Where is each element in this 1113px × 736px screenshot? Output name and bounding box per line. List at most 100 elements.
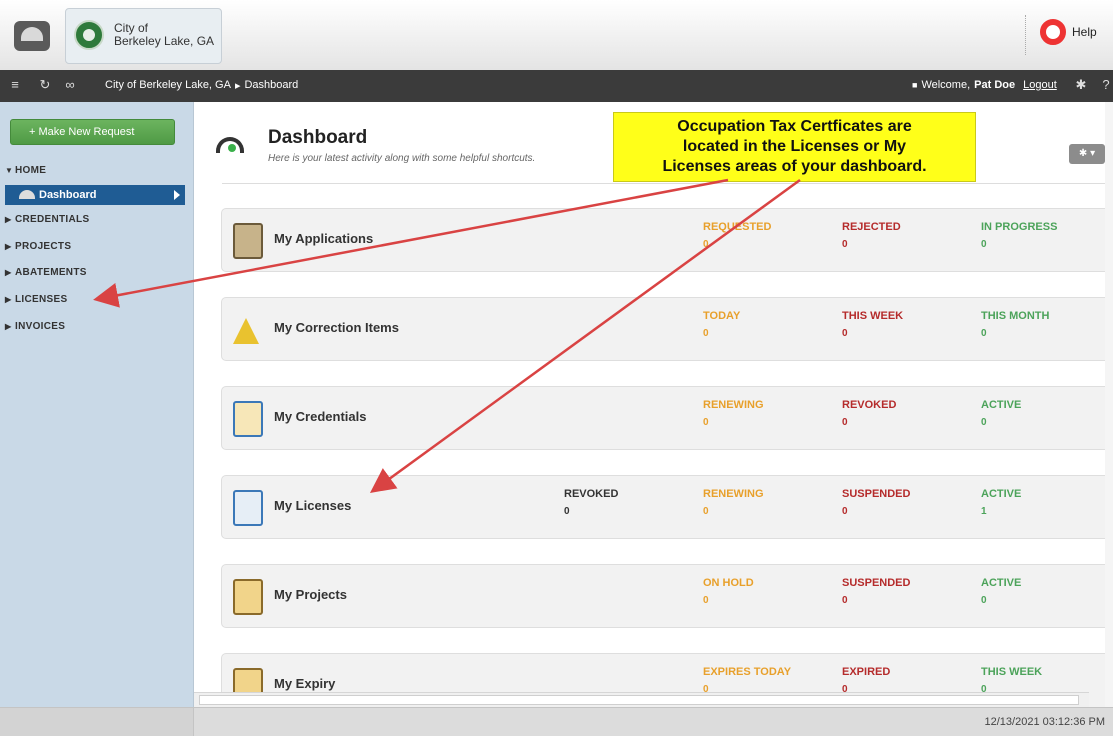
card-my-licenses[interactable]: My Licenses REVOKED 0 RENEWING 0 SUSPENDED… bbox=[221, 475, 1112, 539]
stat-this-week[interactable]: THIS WEEK 0 bbox=[842, 310, 903, 339]
stat-suspended[interactable]: SUSPENDED 0 bbox=[842, 577, 910, 606]
help-question-icon[interactable]: ? bbox=[1099, 78, 1113, 92]
scrollbar-thumb[interactable] bbox=[199, 695, 1079, 705]
stat-active[interactable]: ACTIVE 0 bbox=[981, 577, 1021, 606]
stat-label: EXPIRES TODAY bbox=[703, 666, 792, 678]
card-my-correction-items[interactable]: My Correction Items TODAY 0 THIS WEEK 0 TH… bbox=[221, 297, 1112, 361]
triangle-right-icon: ▶ bbox=[5, 242, 12, 251]
card-my-applications[interactable]: My Applications REQUESTED 0 REJECTED 0 IN … bbox=[221, 208, 1112, 272]
stat-expires-today[interactable]: EXPIRES TODAY 0 bbox=[703, 666, 791, 695]
dashboard-settings-button[interactable]: ✱ ▾ bbox=[1069, 144, 1105, 164]
stat-value: 0 bbox=[842, 595, 848, 606]
stat-label: ACTIVE bbox=[981, 488, 1022, 500]
divider bbox=[222, 183, 1113, 184]
stat-value: 0 bbox=[981, 417, 987, 428]
warning-icon bbox=[233, 318, 259, 344]
stat-this-week[interactable]: THIS WEEK 0 bbox=[981, 666, 1042, 695]
breadcrumb-city[interactable]: City of Berkeley Lake, GA bbox=[105, 79, 231, 92]
stat-today[interactable]: TODAY 0 bbox=[703, 310, 740, 339]
sidebar-item-licenses[interactable]: ▶ LICENSES bbox=[5, 294, 67, 305]
stat-label: ON HOLD bbox=[703, 577, 754, 589]
sidebar-item-label: CREDENTIALS bbox=[15, 214, 90, 225]
stat-label: THIS MONTH bbox=[981, 310, 1050, 322]
city-name: City of Berkeley Lake, GA bbox=[114, 22, 214, 48]
sidebar-item-dashboard[interactable]: Dashboard bbox=[5, 185, 185, 205]
stat-this-month[interactable]: THIS MONTH 0 bbox=[981, 310, 1049, 339]
help-button[interactable]: Help bbox=[1040, 17, 1097, 47]
breadcrumb-dashboard[interactable]: Dashboard bbox=[244, 79, 298, 92]
stat-label: TODAY bbox=[703, 310, 741, 322]
stat-value: 0 bbox=[703, 506, 709, 517]
stat-active[interactable]: ACTIVE 0 bbox=[981, 399, 1021, 428]
welcome-area: ■ Welcome, Pat Doe Logout bbox=[912, 79, 1057, 91]
stat-value: 0 bbox=[703, 328, 709, 339]
triangle-right-icon: ▶ bbox=[5, 322, 12, 331]
stat-value: 0 bbox=[703, 595, 709, 606]
settings-gear-icon[interactable]: ✱ bbox=[1074, 78, 1088, 92]
stat-value: 0 bbox=[703, 417, 709, 428]
stat-label: SUSPENDED bbox=[842, 577, 911, 589]
app-logo-icon[interactable] bbox=[14, 21, 50, 51]
stat-revoked[interactable]: REVOKED 0 bbox=[564, 488, 618, 517]
stat-renewing[interactable]: RENEWING 0 bbox=[703, 399, 764, 428]
callout-line: located in the Licenses or My bbox=[682, 138, 907, 155]
triangle-right-icon: ▶ bbox=[5, 295, 12, 304]
stat-label: REJECTED bbox=[842, 221, 901, 233]
sidebar-item-label: HOME bbox=[15, 165, 47, 176]
city-seal-icon bbox=[74, 20, 104, 50]
stat-label: ACTIVE bbox=[981, 577, 1022, 589]
stat-requested[interactable]: REQUESTED 0 bbox=[703, 221, 771, 250]
user-name: Pat Doe bbox=[974, 79, 1016, 91]
sidebar-item-home[interactable]: ▼ HOME bbox=[5, 165, 46, 176]
stat-label: REVOKED bbox=[842, 399, 897, 411]
stat-value: 0 bbox=[564, 506, 570, 517]
lock-icon: ■ bbox=[912, 80, 918, 90]
sidebar-item-projects[interactable]: ▶ PROJECTS bbox=[5, 241, 71, 252]
logout-link[interactable]: Logout bbox=[1023, 79, 1057, 91]
card-title: My Expiry bbox=[274, 676, 336, 691]
application-icon bbox=[233, 223, 263, 259]
stat-in-progress[interactable]: IN PROGRESS 0 bbox=[981, 221, 1057, 250]
triangle-down-icon: ▼ bbox=[5, 166, 14, 175]
horizontal-scrollbar[interactable] bbox=[194, 692, 1089, 707]
menu-icon[interactable]: ≡ bbox=[8, 78, 22, 92]
vertical-scrollbar[interactable] bbox=[1105, 102, 1113, 707]
sidebar-item-credentials[interactable]: ▶ CREDENTIALS bbox=[5, 214, 89, 225]
stat-revoked[interactable]: REVOKED 0 bbox=[842, 399, 896, 428]
main-content: Dashboard Here is your latest activity a… bbox=[194, 102, 1113, 707]
stat-active[interactable]: ACTIVE 1 bbox=[981, 488, 1021, 517]
timestamp: 12/13/2021 03:12:36 PM bbox=[984, 716, 1105, 728]
stat-value: 0 bbox=[703, 239, 709, 250]
callout-note: Occupation Tax Certficates are located i… bbox=[613, 112, 976, 182]
nav-bar: ≡ ↻ ∞ City of Berkeley Lake, GA ▸ Dashbo… bbox=[0, 70, 1113, 102]
stat-suspended[interactable]: SUSPENDED 0 bbox=[842, 488, 910, 517]
stat-expired[interactable]: EXPIRED 0 bbox=[842, 666, 890, 695]
top-header: City of Berkeley Lake, GA Help bbox=[0, 0, 1113, 71]
card-title: My Projects bbox=[274, 587, 347, 602]
make-new-request-button[interactable]: + Make New Request bbox=[10, 119, 175, 145]
triangle-right-icon: ▶ bbox=[5, 268, 12, 277]
certificate-icon bbox=[233, 401, 263, 437]
link-icon[interactable]: ∞ bbox=[63, 78, 77, 92]
sidebar-item-label: ABATEMENTS bbox=[15, 267, 87, 278]
stat-rejected[interactable]: REJECTED 0 bbox=[842, 221, 901, 250]
sidebar-item-invoices[interactable]: ▶ INVOICES bbox=[5, 321, 65, 332]
page-title: Dashboard bbox=[268, 127, 368, 148]
stat-renewing[interactable]: RENEWING 0 bbox=[703, 488, 764, 517]
card-my-credentials[interactable]: My Credentials RENEWING 0 REVOKED 0 ACTIVE… bbox=[221, 386, 1112, 450]
refresh-icon[interactable]: ↻ bbox=[38, 78, 52, 92]
sidebar-item-abatements[interactable]: ▶ ABATEMENTS bbox=[5, 267, 87, 278]
card-title: My Correction Items bbox=[274, 320, 399, 335]
chevron-right-icon bbox=[174, 190, 180, 200]
callout-line: Occupation Tax Certficates are bbox=[677, 118, 912, 135]
city-name-line2: Berkeley Lake, GA bbox=[114, 34, 215, 48]
city-tab[interactable]: City of Berkeley Lake, GA bbox=[65, 8, 222, 64]
stat-on-hold[interactable]: ON HOLD 0 bbox=[703, 577, 754, 606]
stat-label: THIS WEEK bbox=[842, 310, 904, 322]
card-title: My Licenses bbox=[274, 498, 352, 513]
card-my-projects[interactable]: My Projects ON HOLD 0 SUSPENDED 0 ACTIVE 0 bbox=[221, 564, 1112, 628]
sidebar-item-label: LICENSES bbox=[15, 294, 68, 305]
card-title: My Credentials bbox=[274, 409, 367, 424]
footer-left bbox=[0, 708, 194, 736]
sidebar-item-label: PROJECTS bbox=[15, 241, 72, 252]
